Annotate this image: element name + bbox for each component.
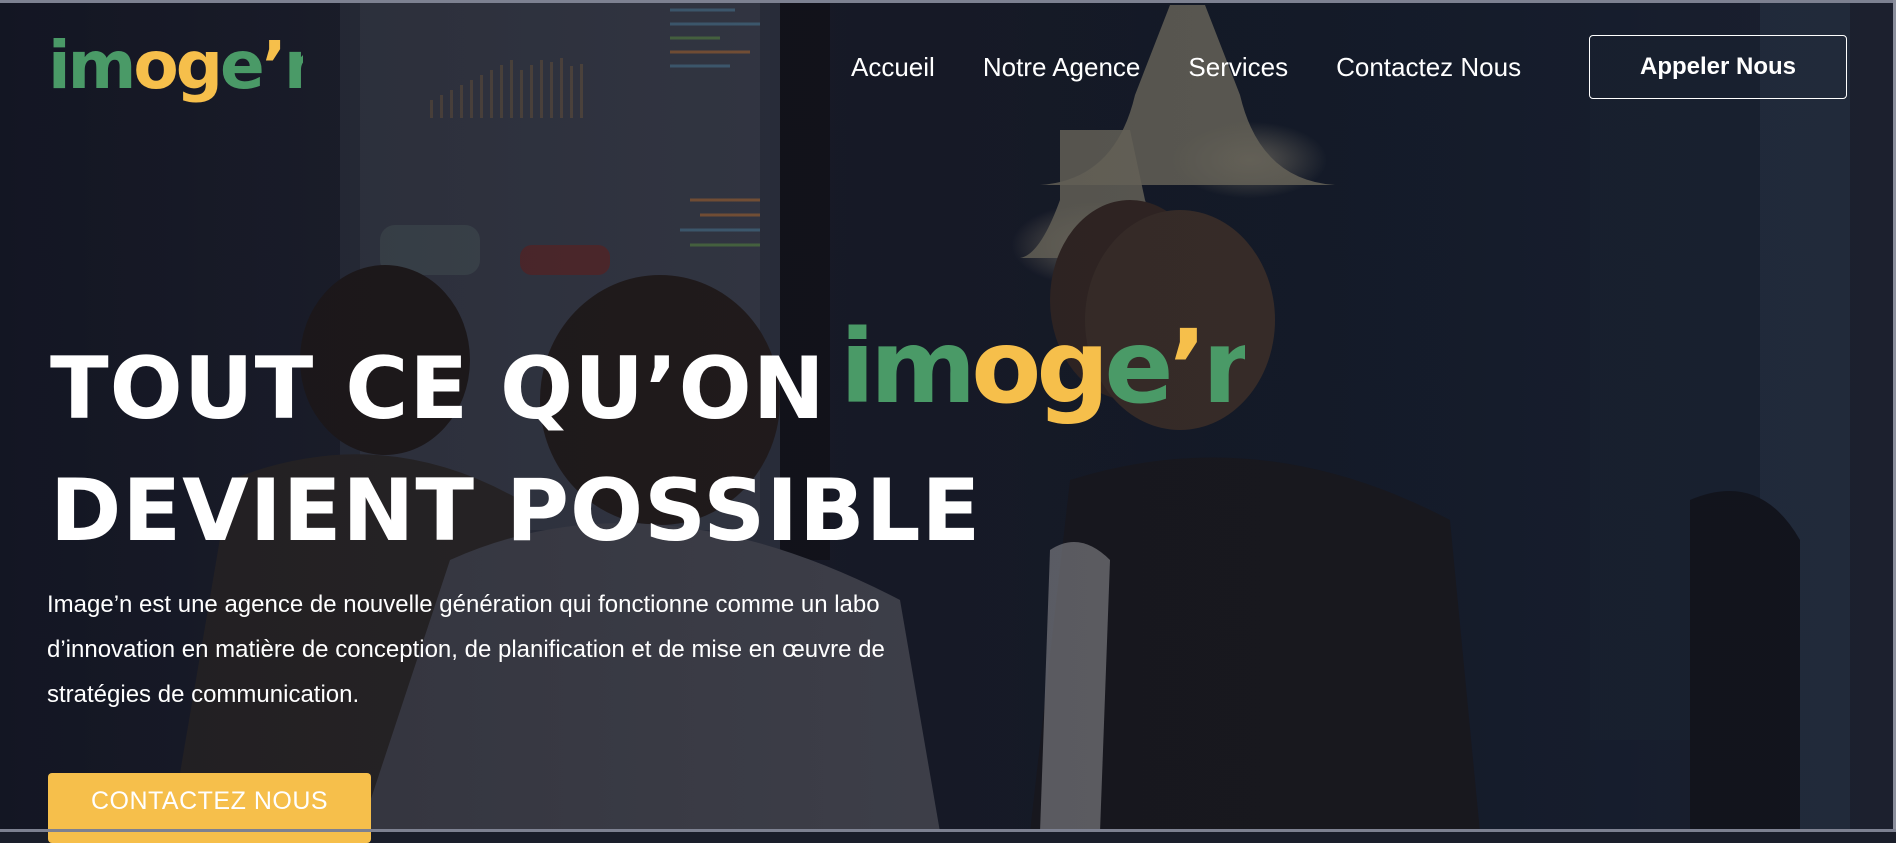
svg-text:imoge’n: imoge’n <box>840 318 1245 427</box>
svg-text:imoge’n: imoge’n <box>48 30 303 104</box>
nav-item-contactez-nous[interactable]: Contactez Nous <box>1336 52 1521 83</box>
nav-item-accueil[interactable]: Accueil <box>851 52 935 83</box>
site-logo[interactable]: imoge’n <box>48 27 331 113</box>
hero-description: Image’n est une agence de nouvelle génér… <box>47 591 885 708</box>
imagen-headline-logo-graphic: imoge’n <box>840 308 1275 427</box>
window-top-border <box>0 0 1896 3</box>
headline-brand-logo: imoge’n <box>840 308 1275 455</box>
nav-item-notre-agence[interactable]: Notre Agence <box>983 52 1141 83</box>
headline-text-1: TOUT CE QU’ON <box>50 339 826 439</box>
call-us-button[interactable]: Appeler Nous <box>1589 35 1847 99</box>
nav-item-services[interactable]: Services <box>1188 52 1288 83</box>
imagen-logo-graphic: imoge’n <box>48 27 331 104</box>
main-nav: Accueil Notre Agence Services Contactez … <box>851 52 1569 83</box>
hero-headline: TOUT CE QU’ON imoge’n DEVIENT POSSIBLE <box>50 308 1275 567</box>
headline-line-1: TOUT CE QU’ON imoge’n <box>50 308 1275 455</box>
contact-cta-button[interactable]: CONTACTEZ NOUS <box>48 773 371 843</box>
headline-line-2: DEVIENT POSSIBLE <box>50 461 982 561</box>
